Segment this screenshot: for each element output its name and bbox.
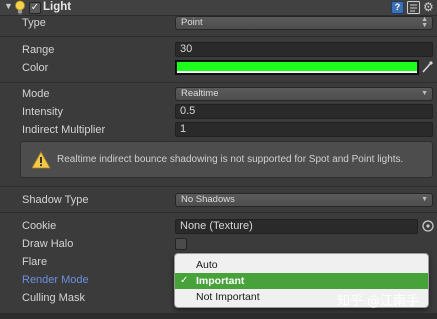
flare-label: Flare	[22, 256, 48, 268]
popup-option-label: Not Important	[196, 291, 260, 303]
shadow-type-dropdown[interactable]: No Shadows ▼	[175, 193, 433, 207]
chevron-up-down-icon: ▲ ▼	[421, 16, 428, 29]
light-bulb-icon	[14, 0, 26, 18]
section-divider	[0, 212, 437, 213]
range-field[interactable]: 30	[175, 42, 433, 57]
cookie-label: Cookie	[22, 220, 57, 232]
mode-label: Mode	[22, 88, 50, 100]
section-divider	[0, 82, 437, 83]
watermark: 知乎 @江南手	[337, 294, 420, 309]
foldout-arrow-icon[interactable]: ▼	[4, 1, 13, 11]
section-divider	[0, 36, 437, 37]
preset-icon[interactable]	[407, 1, 420, 14]
popup-option-important[interactable]: ✓ Important	[175, 273, 428, 289]
color-field[interactable]	[175, 60, 419, 75]
component-title: Light	[43, 1, 72, 13]
range-label: Range	[22, 44, 55, 56]
helpbox-text: Realtime indirect bounce shadowing is no…	[57, 154, 404, 165]
shadow-type-label: Shadow Type	[22, 194, 89, 206]
help-icon[interactable]: ?	[391, 1, 404, 14]
color-label: Color	[22, 62, 49, 74]
shadow-type-dropdown-value: No Shadows	[181, 194, 235, 205]
render-mode-label: Render Mode	[22, 274, 89, 286]
mode-dropdown-value: Realtime	[181, 88, 219, 99]
type-dropdown[interactable]: Point ▲ ▼	[175, 16, 433, 30]
culling-mask-label: Culling Mask	[22, 292, 85, 304]
mode-dropdown[interactable]: Realtime ▼	[175, 87, 433, 101]
cookie-object-field[interactable]: None (Texture)	[175, 219, 418, 234]
check-icon: ✓	[180, 275, 189, 286]
section-divider	[0, 186, 437, 187]
indirect-multiplier-label: Indirect Multiplier	[22, 124, 106, 136]
draw-halo-label: Draw Halo	[22, 238, 74, 250]
alpha-bar	[177, 71, 417, 73]
draw-halo-checkbox[interactable]	[175, 238, 187, 250]
bottom-bar	[0, 313, 437, 319]
eyedropper-icon[interactable]	[421, 61, 433, 77]
component-header[interactable]: ▼ ✓ Light ? ⚙	[0, 0, 437, 16]
object-picker-icon[interactable]	[421, 219, 435, 233]
chevron-down-icon: ▼	[421, 90, 428, 97]
chevron-down-icon: ▼	[421, 196, 428, 203]
type-dropdown-value: Point	[181, 17, 203, 28]
intensity-field[interactable]: 0.5	[175, 104, 433, 119]
intensity-label: Intensity	[22, 106, 63, 118]
gear-icon[interactable]: ⚙	[423, 1, 436, 14]
popup-option-auto[interactable]: Auto	[175, 257, 428, 273]
popup-option-label: Important	[196, 275, 245, 287]
component-enabled-checkbox[interactable]: ✓	[29, 2, 41, 14]
indirect-multiplier-field[interactable]: 1	[175, 122, 433, 137]
type-label: Type	[22, 17, 46, 29]
warning-icon	[31, 151, 51, 172]
warning-helpbox: Realtime indirect bounce shadowing is no…	[20, 141, 433, 178]
popup-option-label: Auto	[196, 259, 218, 271]
